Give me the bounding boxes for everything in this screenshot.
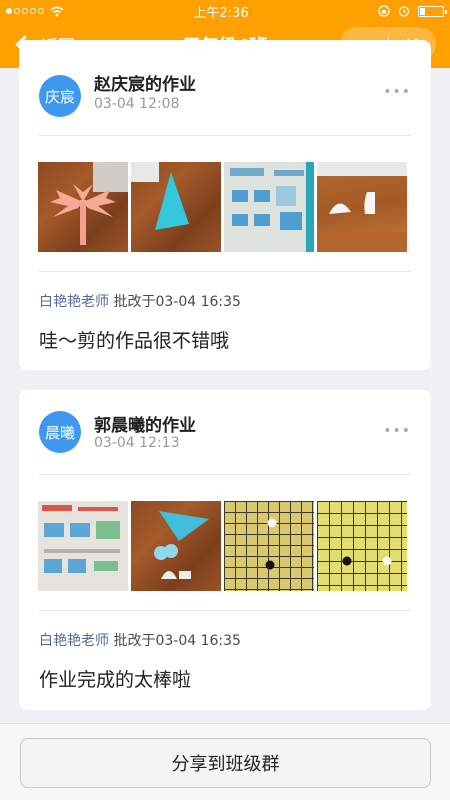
teacher-name[interactable]: 白艳艳老师 (39, 633, 109, 649)
homework-card: 庆宸 赵庆宸的作业 03-04 12:08 ••• 白艳艳老师 批改于03-04… (19, 40, 431, 370)
bottom-bar: 分享到班级群 (0, 723, 450, 800)
review-time: 批改于03-04 16:35 (109, 633, 241, 649)
teacher-comment: 作业完成的太棒啦 (39, 669, 192, 691)
photo-thumbnail[interactable] (317, 162, 407, 252)
review-time: 批改于03-04 16:35 (109, 294, 241, 310)
homework-title: 郭晨曦的作业 (94, 416, 196, 436)
photo-thumbnail[interactable] (38, 162, 128, 252)
homework-time: 03-04 12:08 (94, 96, 180, 112)
share-to-class-group-button[interactable]: 分享到班级群 (20, 738, 431, 788)
homework-title: 赵庆宸的作业 (94, 75, 196, 95)
homework-card: 晨曦 郭晨曦的作业 03-04 12:13 ••• 白艳艳老师 批改于03-04… (19, 390, 431, 710)
teacher-comment: 哇～剪的作品很不错哦 (39, 330, 230, 352)
homework-time: 03-04 12:13 (94, 435, 180, 451)
more-options-icon[interactable]: ••• (383, 423, 411, 439)
photo-thumbnail[interactable] (224, 501, 314, 591)
photo-grid (38, 501, 407, 591)
avatar[interactable]: 庆宸 (39, 75, 81, 117)
avatar[interactable]: 晨曦 (39, 411, 81, 453)
photo-thumbnail[interactable] (317, 501, 407, 591)
status-bar: 上午2:36 (0, 0, 450, 22)
review-info: 白艳艳老师 批改于03-04 16:35 (39, 291, 241, 311)
rotation-lock-icon (378, 5, 390, 17)
alarm-icon (398, 6, 410, 17)
photo-thumbnail[interactable] (224, 162, 314, 252)
photo-thumbnail[interactable] (131, 162, 221, 252)
wifi-icon (50, 6, 64, 16)
teacher-name[interactable]: 白艳艳老师 (39, 294, 109, 310)
more-options-icon[interactable]: ••• (383, 84, 411, 100)
photo-grid (38, 162, 407, 252)
battery-icon (417, 5, 447, 17)
signal-icon (6, 8, 44, 14)
review-info: 白艳艳老师 批改于03-04 16:35 (39, 630, 241, 650)
status-time: 上午2:36 (193, 5, 249, 21)
photo-thumbnail[interactable] (131, 501, 221, 591)
photo-thumbnail[interactable] (38, 501, 128, 591)
